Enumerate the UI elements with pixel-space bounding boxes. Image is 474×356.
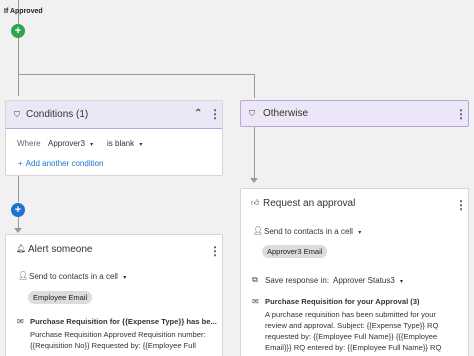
approval-message-body-4: Email}}} RQ entered by: {{Employee Full …	[265, 343, 442, 352]
flow-connector-branch	[18, 74, 254, 75]
caret-down-icon: ▾	[358, 230, 362, 236]
conditions-card: ⛉ Conditions (1) ⌃ ⋮ Where Approver3 ▾ i…	[5, 100, 223, 176]
save-response-icon: ⧉	[252, 275, 258, 284]
add-step-button-mid[interactable]: +	[11, 203, 25, 217]
caret-down-icon: ▾	[90, 142, 94, 148]
alert-send-to-select[interactable]: Send to contacts in a cell ▾	[29, 272, 126, 281]
alert-card: 🔔︎ Alert someone ⋮ 👤︎ Send to contacts i…	[5, 234, 223, 356]
alert-title: Alert someone	[28, 244, 93, 255]
alert-message-title: Purchase Requisition for {{Expense Type}…	[30, 317, 217, 326]
otherwise-card[interactable]: ⛉ Otherwise ⋮	[240, 100, 469, 127]
approval-send-to-label: Send to contacts in a cell	[264, 227, 353, 236]
caret-down-icon: ▾	[400, 279, 404, 285]
conditions-header[interactable]: ⛉ Conditions (1)	[6, 101, 222, 129]
arrow-down-icon	[250, 178, 258, 183]
approval-message-body-2: review and approval. Subject: {{Expense …	[265, 321, 439, 330]
alert-message-body-1: Purchase Requisition Approved Requisitio…	[30, 330, 206, 339]
approval-message-body-3: requested by: {{Employee Full Name}} {{{…	[265, 332, 438, 341]
caret-down-icon: ▾	[123, 275, 127, 281]
approval-message-title: Purchase Requisition for your Approval (…	[265, 297, 420, 306]
conditions-title: Conditions (1)	[26, 109, 89, 120]
approval-message-body-1: A purchase requisition has been submitte…	[265, 310, 436, 319]
condition-operator-value: is blank	[107, 139, 135, 148]
bell-icon: 🔔︎	[16, 244, 27, 253]
mail-icon: ✉	[17, 317, 24, 326]
save-response-value: Approver Status3	[333, 276, 395, 285]
alert-recipient-chip[interactable]: Employee Email	[28, 291, 93, 304]
mail-icon: ✉	[252, 297, 259, 306]
chevron-up-icon[interactable]: ⌃	[194, 108, 202, 119]
plus-icon: +	[18, 159, 23, 168]
more-options-icon[interactable]: ⋮	[209, 244, 221, 258]
approval-title: Request an approval	[263, 198, 356, 209]
more-options-icon[interactable]: ⋮	[455, 198, 467, 212]
flow-connector-otherwise-down	[254, 127, 255, 179]
arrow-down-icon	[14, 228, 22, 233]
approval-recipient-chip[interactable]: Approver3 Email	[262, 245, 328, 258]
alert-send-to-label: Send to contacts in a cell	[29, 272, 118, 281]
thumbs-up-icon: 👍︎	[251, 198, 260, 207]
more-options-icon[interactable]: ⋮	[455, 107, 467, 121]
filter-icon: ⛉	[249, 109, 255, 118]
person-icon: 👤︎	[18, 271, 29, 280]
add-condition-link[interactable]: + Add another condition	[18, 159, 104, 168]
alert-message-body-2: {{Requisition No}} Requested by: {{Emplo…	[30, 341, 196, 350]
flow-connector-main	[18, 38, 19, 96]
approval-send-to-select[interactable]: Send to contacts in a cell ▾	[264, 227, 361, 236]
approval-card: 👍︎ Request an approval ⋮ 👤︎ Send to cont…	[240, 188, 469, 356]
add-step-button-top[interactable]: +	[11, 24, 25, 38]
add-condition-label: Add another condition	[25, 159, 104, 168]
save-response-select[interactable]: Approver Status3 ▾	[333, 276, 403, 285]
otherwise-title: Otherwise	[263, 108, 309, 119]
more-options-icon[interactable]: ⋮	[209, 107, 221, 121]
condition-operator-select[interactable]: is blank ▾	[107, 139, 142, 148]
flow-connector-conditions-down	[18, 176, 19, 202]
flow-connector-otherwise	[254, 74, 255, 98]
save-response-label: Save response in:	[265, 276, 330, 285]
caret-down-icon: ▾	[139, 142, 143, 148]
where-label: Where	[17, 139, 41, 148]
condition-field-value: Approver3	[48, 139, 85, 148]
condition-field-select[interactable]: Approver3 ▾	[48, 139, 93, 148]
person-icon: 👤︎	[253, 226, 264, 235]
branch-label-if-approved: If Approved	[4, 8, 43, 15]
filter-icon: ⛉	[14, 109, 20, 119]
